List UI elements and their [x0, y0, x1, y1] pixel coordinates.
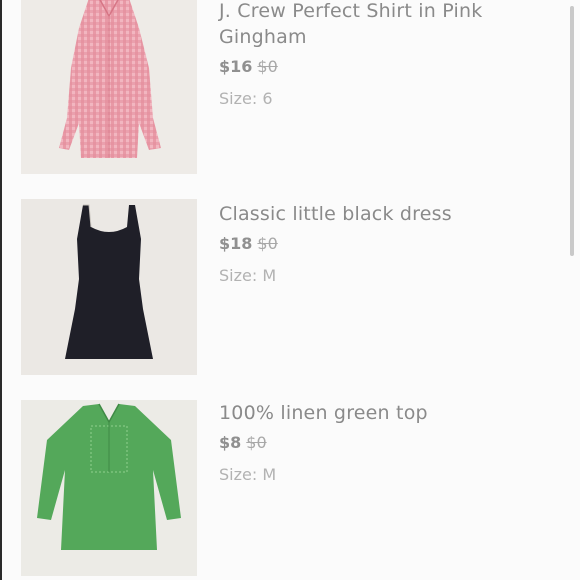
price-row: $16 $0 — [219, 56, 539, 78]
black-dress-image — [21, 199, 197, 375]
listing-original-price: $0 — [257, 57, 278, 76]
listing-item[interactable]: Classic little black dress $18 $0 Size: M — [21, 199, 561, 375]
listing-thumbnail[interactable] — [21, 400, 197, 576]
pink-gingham-shirt-image — [21, 0, 197, 174]
listing-feed-screen: J. Crew Perfect Shirt in Pink Gingham $1… — [0, 0, 580, 580]
listing-original-price: $0 — [246, 433, 267, 452]
listing-price: $16 — [219, 57, 253, 76]
listing-size: Size: M — [219, 266, 277, 285]
vertical-scrollbar[interactable] — [570, 6, 574, 256]
left-window-edge — [0, 0, 2, 580]
listing-title[interactable]: Classic little black dress — [219, 201, 539, 227]
listing-info: Classic little black dress $18 $0 Size: M — [219, 199, 539, 287]
price-row: $18 $0 — [219, 233, 539, 255]
listing-info: 100% linen green top $8 $0 Size: M — [219, 400, 539, 486]
listing-price: $8 — [219, 433, 242, 452]
listing-item[interactable]: J. Crew Perfect Shirt in Pink Gingham $1… — [21, 0, 561, 174]
listing-title[interactable]: J. Crew Perfect Shirt in Pink Gingham — [219, 0, 539, 50]
listing-thumbnail[interactable] — [21, 199, 197, 375]
price-row: $8 $0 — [219, 432, 539, 454]
listing-price: $18 — [219, 234, 253, 253]
green-linen-top-image — [21, 400, 197, 576]
listing-thumbnail[interactable] — [21, 0, 197, 174]
listing-title[interactable]: 100% linen green top — [219, 400, 539, 426]
listing-size: Size: M — [219, 465, 277, 484]
listing-info: J. Crew Perfect Shirt in Pink Gingham $1… — [219, 0, 539, 110]
listing-size: Size: 6 — [219, 89, 273, 108]
listing-original-price: $0 — [257, 234, 278, 253]
listing-item[interactable]: 100% linen green top $8 $0 Size: M — [21, 400, 561, 576]
